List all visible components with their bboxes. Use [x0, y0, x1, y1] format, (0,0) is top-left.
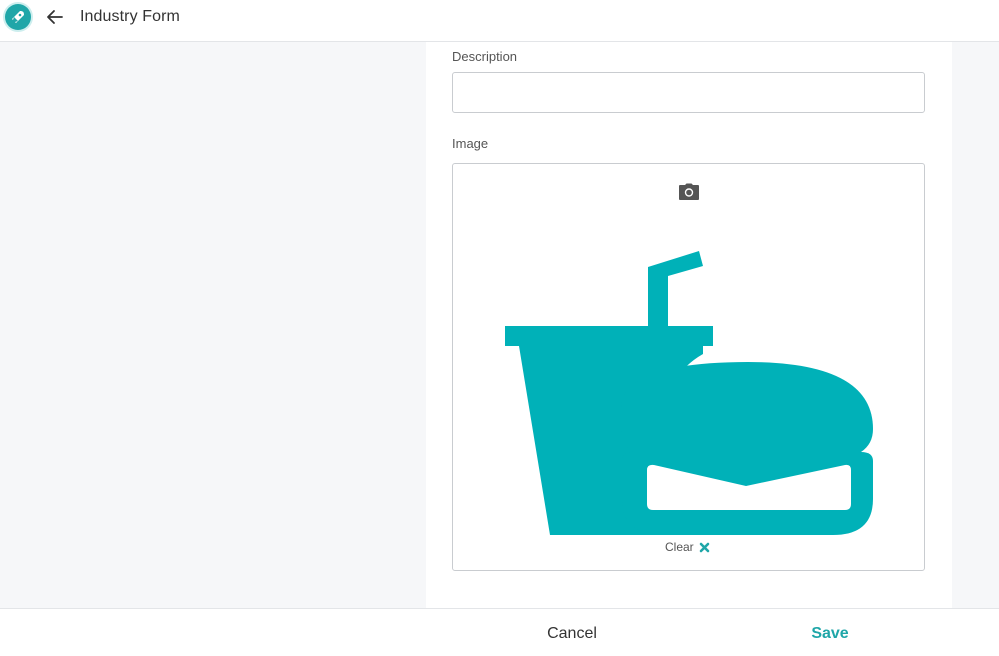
camera-icon: [679, 183, 699, 200]
back-button[interactable]: [44, 6, 66, 28]
clear-image-button[interactable]: Clear: [665, 540, 710, 554]
page-title: Industry Form: [80, 8, 180, 25]
description-label: Description: [452, 49, 518, 64]
image-label: Image: [452, 136, 489, 151]
fast-food-icon: [505, 251, 873, 535]
close-icon: [699, 542, 709, 552]
form-footer: Cancel Save: [0, 608, 999, 656]
industry-form: Description Image Clear: [426, 42, 952, 608]
image-upload-box[interactable]: Clear: [452, 163, 925, 571]
cancel-button[interactable]: Cancel: [530, 617, 614, 651]
clear-label: Clear: [665, 540, 694, 554]
arrow-left-icon: [47, 10, 63, 24]
rocket-icon: [5, 4, 31, 30]
main-content: Description Image Clear: [0, 42, 999, 608]
description-input[interactable]: [452, 72, 925, 113]
camera-button[interactable]: [678, 183, 700, 201]
save-button[interactable]: Save: [790, 617, 870, 651]
top-bar: Industry Form: [0, 0, 999, 42]
